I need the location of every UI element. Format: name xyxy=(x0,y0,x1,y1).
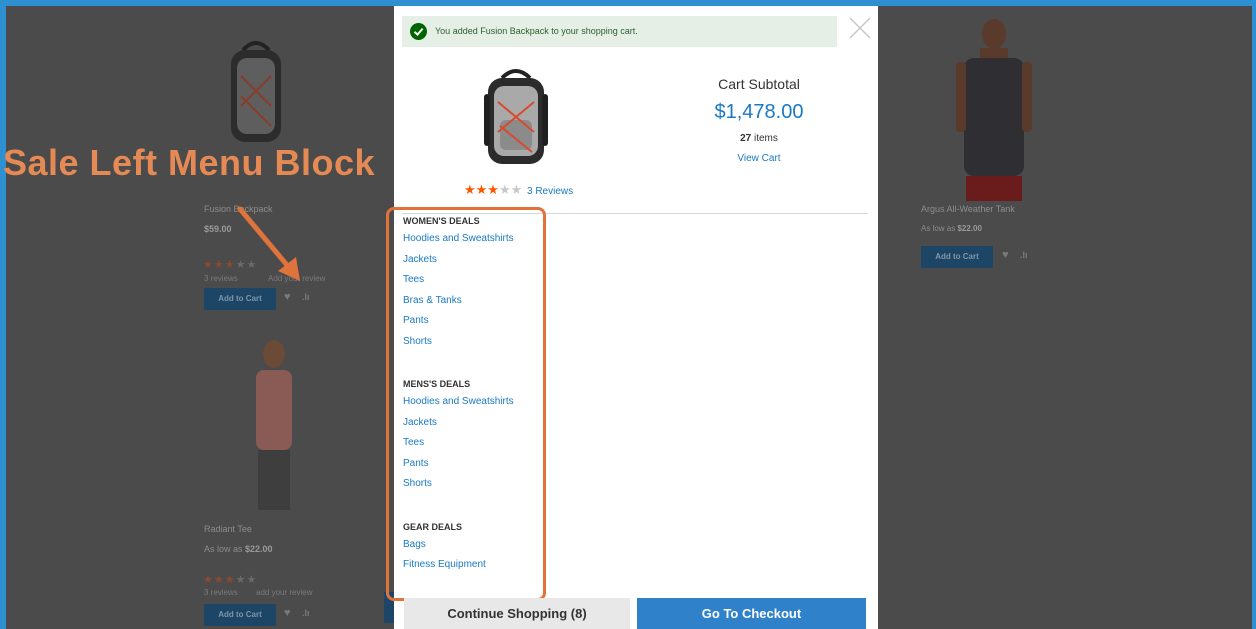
annotation-label: Sale Left Menu Block xyxy=(3,142,376,183)
menu-link[interactable]: Fitness Equipment xyxy=(403,559,514,580)
success-message-bar: You added Fusion Backpack to your shoppi… xyxy=(402,16,837,47)
menu-link[interactable]: Jackets xyxy=(403,254,514,275)
compare-icon[interactable]: .lı xyxy=(302,608,310,618)
close-icon[interactable] xyxy=(846,14,874,42)
product-reviews-link[interactable]: 3 reviews xyxy=(204,274,238,283)
success-message-text: You added Fusion Backpack to your shoppi… xyxy=(435,26,638,36)
menu-link[interactable]: Pants xyxy=(403,458,514,479)
menu-category-heading: GEAR DEALS xyxy=(403,521,463,532)
view-cart-link[interactable]: View Cart xyxy=(694,153,824,164)
menu-link[interactable]: Pants xyxy=(403,315,514,336)
wishlist-heart-icon[interactable]: ♥ xyxy=(284,607,291,619)
product-reviews-link[interactable]: 3 reviews xyxy=(204,588,238,597)
add-review-link[interactable]: add your review xyxy=(256,588,312,597)
radiant-tee-thumbnail xyxy=(256,340,292,510)
add-to-cart-button[interactable]: Add to Cart xyxy=(921,246,993,268)
menu-link[interactable]: Jackets xyxy=(403,417,514,438)
menu-link[interactable]: Shorts xyxy=(403,336,514,357)
success-check-icon xyxy=(410,23,427,40)
added-product-image xyxy=(484,69,548,164)
menu-link[interactable]: Hoodies and Sweatshirts xyxy=(403,233,514,254)
cart-subtotal-title: Cart Subtotal xyxy=(718,76,800,92)
add-to-cart-button[interactable]: Add to Cart xyxy=(204,604,276,626)
wishlist-heart-icon[interactable]: ♥ xyxy=(1002,249,1009,261)
menu-link[interactable]: Bags xyxy=(403,539,514,560)
product-name[interactable]: Radiant Tee xyxy=(204,524,252,534)
compare-icon[interactable]: .lı xyxy=(302,292,310,302)
menu-link[interactable]: Bras & Tanks xyxy=(403,295,514,316)
add-to-cart-modal: You added Fusion Backpack to your shoppi… xyxy=(386,6,878,629)
menu-category-womens-deals: WOMEN'S DEALS Hoodies and Sweatshirts Ja… xyxy=(403,216,514,356)
product-price: $59.00 xyxy=(204,224,232,234)
argus-tank-thumbnail xyxy=(956,19,1032,201)
menu-category-heading: WOMEN'S DEALS xyxy=(403,216,480,226)
menu-category-mens-deals: MENS'S DEALS Hoodies and Sweatshirts Jac… xyxy=(403,379,514,499)
product-price: As low as $22.00 xyxy=(921,224,982,233)
go-to-checkout-button[interactable]: Go To Checkout xyxy=(637,598,866,629)
menu-link[interactable]: Tees xyxy=(403,437,514,458)
annotation-arrow-icon xyxy=(237,206,300,281)
menu-category-heading: MENS'S DEALS xyxy=(403,379,471,389)
compare-icon[interactable]: .lı xyxy=(1020,250,1028,260)
product-name[interactable]: Argus All-Weather Tank xyxy=(921,204,1015,214)
add-to-cart-button[interactable]: Add to Cart xyxy=(204,288,276,310)
menu-link[interactable]: Shorts xyxy=(403,478,514,499)
menu-link[interactable]: Hoodies and Sweatshirts xyxy=(403,396,514,417)
wishlist-heart-icon[interactable]: ♥ xyxy=(284,291,291,303)
menu-category-gear-deals: GEAR DEALS Bags Fitness Equipment xyxy=(403,522,514,580)
menu-link[interactable]: Tees xyxy=(403,274,514,295)
fusion-backpack-thumbnail xyxy=(231,41,281,142)
continue-shopping-button[interactable]: Continue Shopping (8) xyxy=(404,598,630,629)
product-rating-stars: ★★★★★ xyxy=(464,182,523,197)
sale-left-menu: WOMEN'S DEALS Hoodies and Sweatshirts Ja… xyxy=(403,216,514,603)
cart-items-count: 27 items xyxy=(740,133,778,144)
cart-subtotal-amount: $1,478.00 xyxy=(714,101,804,123)
product-price: As low as $22.00 xyxy=(204,544,273,554)
reviews-link[interactable]: 3 Reviews xyxy=(527,186,573,197)
product-rating: ★★★★★ xyxy=(203,574,258,586)
